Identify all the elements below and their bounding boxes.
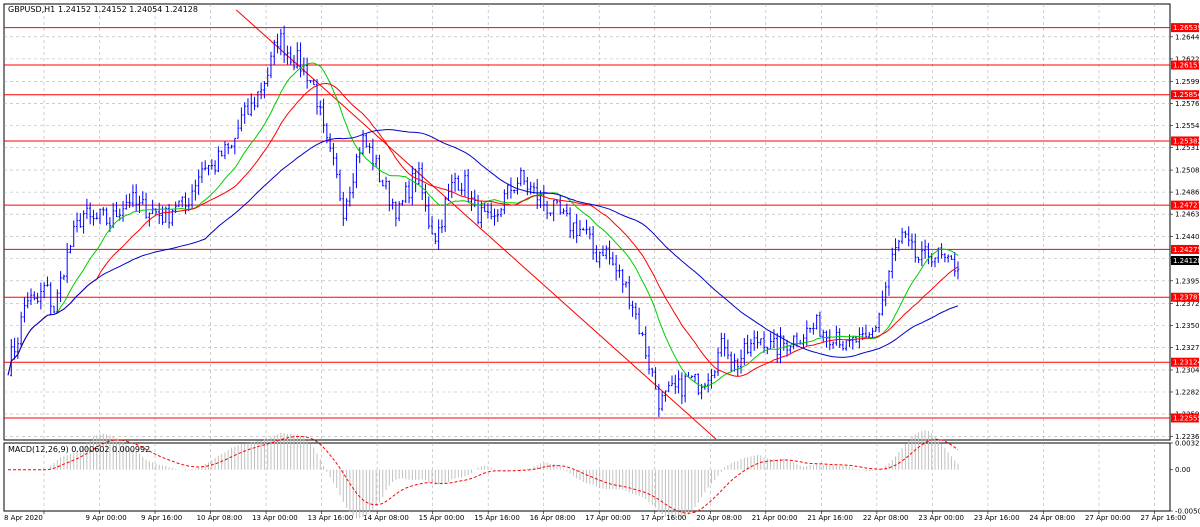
x-tick-label: 27 Apr 16:00 (1140, 514, 1186, 522)
level-label: 1.23787 (1173, 294, 1200, 302)
level-label: 1.26157 (1173, 62, 1200, 70)
x-tick-label: 21 Apr 16:00 (807, 514, 853, 522)
x-tick-label: 9 Apr 00:00 (86, 514, 127, 522)
x-tick-label: 23 Apr 16:00 (974, 514, 1020, 522)
x-tick-label: 9 Apr 16:00 (141, 514, 182, 522)
y-tick-label: 1.25540 (1175, 122, 1200, 130)
symbol-label: GBPUSD,H1 (8, 5, 55, 14)
y-tick-label: 1.23045 (1175, 366, 1200, 374)
chart-window: 1.264451.262201.259901.257651.255401.253… (0, 0, 1200, 527)
y-tick-label: 1.25085 (1175, 167, 1200, 175)
level-label: 1.25382 (1173, 137, 1200, 145)
macd-y-tick-label: 0.003236 (1175, 440, 1200, 448)
y-tick-label: 1.25990 (1175, 78, 1200, 86)
y-tick-label: 1.25765 (1175, 100, 1200, 108)
ohlc-readout: 1.24152 1.24152 1.24054 1.24128 (58, 5, 198, 14)
x-tick-label: 22 Apr 08:00 (863, 514, 909, 522)
current-price-label: 1.24128 (1173, 257, 1200, 265)
x-tick-label: 16 Apr 08:00 (530, 514, 576, 522)
x-tick-label: 10 Apr 08:00 (197, 514, 243, 522)
x-tick-label: 21 Apr 00:00 (752, 514, 798, 522)
macd-y-tick-label: 0.00 (1175, 466, 1191, 474)
level-label: 1.25854 (1173, 91, 1200, 99)
macd-label: MACD(12,26,9) 0.000602 0.000992 (8, 445, 150, 454)
level-label: 1.22555 (1173, 414, 1200, 422)
x-tick-label: 17 Apr 16:00 (641, 514, 687, 522)
price-chart-svg: 1.264451.262201.259901.257651.255401.253… (0, 0, 1200, 527)
y-tick-label: 1.23955 (1175, 277, 1200, 285)
x-tick-label: 27 Apr 00:00 (1085, 514, 1131, 522)
y-tick-label: 1.24405 (1175, 233, 1200, 241)
x-tick-label: 15 Apr 00:00 (419, 514, 465, 522)
y-tick-label: 1.26445 (1175, 33, 1200, 41)
x-tick-label: 24 Apr 08:00 (1029, 514, 1075, 522)
x-tick-label: 20 Apr 08:00 (696, 514, 742, 522)
level-label: 1.23124 (1173, 359, 1200, 367)
level-label: 1.24727 (1173, 202, 1200, 210)
y-tick-label: 1.24860 (1175, 189, 1200, 197)
x-tick-label: 15 Apr 16:00 (474, 514, 520, 522)
x-tick-label: 13 Apr 00:00 (252, 514, 298, 522)
y-tick-label: 1.23275 (1175, 344, 1200, 352)
x-tick-label: 8 Apr 2020 (4, 514, 43, 522)
x-tick-label: 23 Apr 00:00 (918, 514, 964, 522)
level-label: 1.26539 (1173, 24, 1200, 32)
level-label: 1.24275 (1173, 246, 1200, 254)
x-tick-label: 14 Apr 08:00 (363, 514, 409, 522)
y-tick-label: 1.24635 (1175, 211, 1200, 219)
x-tick-label: 13 Apr 16:00 (308, 514, 354, 522)
y-tick-label: 1.23500 (1175, 322, 1200, 330)
x-tick-label: 17 Apr 00:00 (585, 514, 631, 522)
y-tick-label: 1.22820 (1175, 388, 1200, 396)
